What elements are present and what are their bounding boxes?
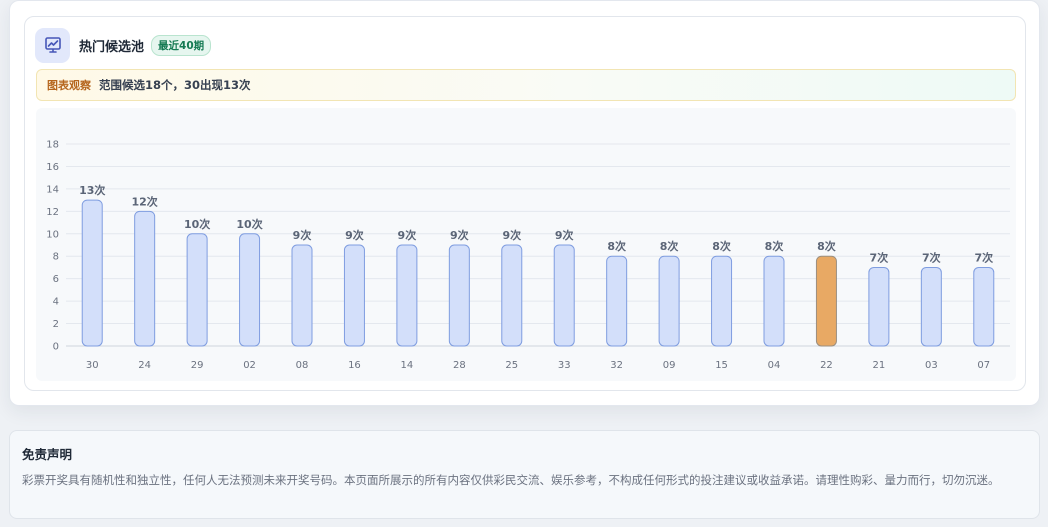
bar-24 [134, 210, 156, 347]
y-tick-label: 18 [46, 140, 59, 151]
data-label-16: 9次 [345, 228, 364, 242]
x-tick-label-33: 33 [558, 360, 571, 371]
frequency-bar-chart: 02468101214161813次3012次2410次2910次029次089… [46, 140, 1010, 371]
x-tick-label-15: 15 [715, 360, 728, 371]
x-tick-label-32: 32 [610, 360, 623, 371]
data-label-21: 7次 [870, 250, 889, 264]
y-tick-label: 0 [53, 342, 59, 353]
x-tick-label-24: 24 [138, 360, 151, 371]
x-tick-label-30: 30 [86, 360, 99, 371]
x-tick-label-08: 08 [296, 360, 309, 371]
x-tick-label-02: 02 [243, 360, 256, 371]
x-tick-label-28: 28 [453, 360, 466, 371]
data-label-30: 13次 [79, 183, 105, 197]
x-tick-label-21: 21 [873, 360, 886, 371]
bar-09 [658, 255, 680, 347]
bar-15 [711, 255, 733, 347]
x-tick-label-22: 22 [820, 360, 833, 371]
y-tick-label: 14 [46, 184, 59, 195]
bar-04 [763, 255, 785, 347]
bar-16 [343, 244, 365, 347]
data-label-02: 10次 [236, 217, 262, 231]
bar-25 [501, 244, 523, 347]
y-tick-label: 10 [46, 229, 59, 240]
data-label-29: 10次 [184, 217, 210, 231]
x-tick-label-29: 29 [191, 360, 204, 371]
data-label-33: 9次 [555, 228, 574, 242]
bar-14 [396, 244, 418, 347]
panel-header: 热门候选池 最近40期 [35, 27, 212, 63]
data-label-32: 8次 [607, 239, 626, 253]
data-label-14: 9次 [398, 228, 417, 242]
bar-22 [815, 255, 837, 347]
bar-28 [448, 244, 470, 347]
frequency-chart-area: 0 2 4 6 8 10 12 14 16 18 13次 30 12次 24 10次 29 10次 02 9次 08 9… [36, 108, 1016, 381]
bar-32 [606, 255, 628, 347]
hot-pool-card: 热门候选池 最近40期 图表观察 范围候选18个，30出现13次 0 2 4 6 8 10… [9, 0, 1040, 406]
panel-title: 热门候选池 [79, 39, 145, 55]
observation-tag: 图表观察 [47, 79, 91, 92]
y-tick-label: 6 [53, 274, 59, 285]
chart-observation-banner: 图表观察 范围候选18个，30出现13次 [36, 69, 1016, 101]
x-tick-label-07: 07 [977, 360, 990, 371]
x-tick-label-09: 09 [663, 360, 676, 371]
y-tick-label: 12 [46, 207, 59, 218]
disclaimer-card: 免责声明 彩票开奖具有随机性和独立性，任何人无法预测未来开奖号码。本页面所展示的… [9, 430, 1040, 519]
trend-chart-icon [35, 27, 70, 63]
y-tick-label: 8 [53, 252, 59, 263]
data-label-15: 8次 [712, 239, 731, 253]
bar-29 [186, 233, 208, 347]
bar-08 [291, 244, 313, 347]
bar-03 [920, 266, 942, 347]
data-label-03: 7次 [922, 250, 941, 264]
x-tick-label-25: 25 [505, 360, 518, 371]
disclaimer-title: 免责声明 [22, 447, 73, 462]
bar-21 [868, 266, 890, 347]
data-label-28: 9次 [450, 228, 469, 242]
disclaimer-text: 彩票开奖具有随机性和独立性，任何人无法预测未来开奖号码。本页面所展示的所有内容仅… [22, 473, 1000, 487]
bar-33 [553, 244, 575, 347]
x-tick-label-14: 14 [401, 360, 414, 371]
data-label-07: 7次 [974, 250, 993, 264]
bar-07 [973, 266, 995, 347]
x-tick-label-04: 04 [768, 360, 781, 371]
hot-pool-panel: 热门候选池 最近40期 图表观察 范围候选18个，30出现13次 0 2 4 6 8 10… [24, 16, 1026, 391]
x-tick-label-03: 03 [925, 360, 938, 371]
y-tick-label: 16 [46, 162, 59, 173]
y-tick-label: 2 [53, 319, 59, 330]
data-label-25: 9次 [502, 228, 521, 242]
data-label-22: 8次 [817, 239, 836, 253]
x-tick-label-16: 16 [348, 360, 361, 371]
y-tick-label: 4 [53, 297, 59, 308]
data-label-09: 8次 [660, 239, 679, 253]
observation-text: 范围候选18个，30出现13次 [99, 78, 251, 92]
period-badge: 最近40期 [151, 34, 212, 56]
bar-30 [81, 199, 103, 347]
bar-02 [239, 233, 261, 347]
data-label-24: 12次 [132, 194, 158, 208]
data-label-08: 9次 [293, 228, 312, 242]
data-label-04: 8次 [765, 239, 784, 253]
